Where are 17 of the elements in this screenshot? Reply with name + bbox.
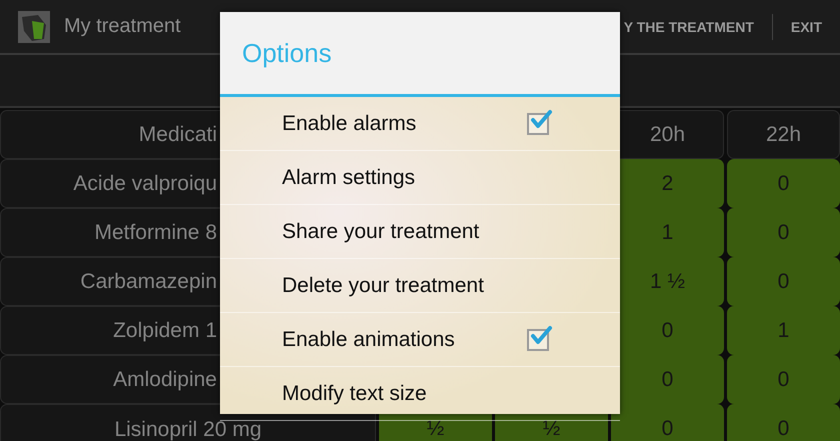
dose-cell: 1 (727, 306, 840, 355)
dose-cell: 0 (727, 355, 840, 404)
dose-cell: 0 (727, 257, 840, 306)
menu-item[interactable]: Enable alarms (220, 97, 620, 151)
menu-item[interactable]: Alarm settings (220, 151, 620, 205)
menu-item[interactable]: Share your treatment (220, 205, 620, 259)
dose-cell: 0 (727, 404, 840, 441)
menu-item[interactable]: Enable animations (220, 313, 620, 367)
dialog-title: Options (242, 38, 332, 68)
menu-item[interactable]: Delete your treatment (220, 259, 620, 313)
app-logo-icon (18, 10, 50, 42)
dose-cell: 0 (727, 159, 840, 208)
menu-item[interactable]: Modify text size (220, 367, 620, 421)
app-title: My treatment (64, 15, 181, 38)
dose-cell: 0 (727, 208, 840, 257)
column-header: 22h (727, 110, 840, 159)
dose-cell: 0 (611, 404, 724, 441)
